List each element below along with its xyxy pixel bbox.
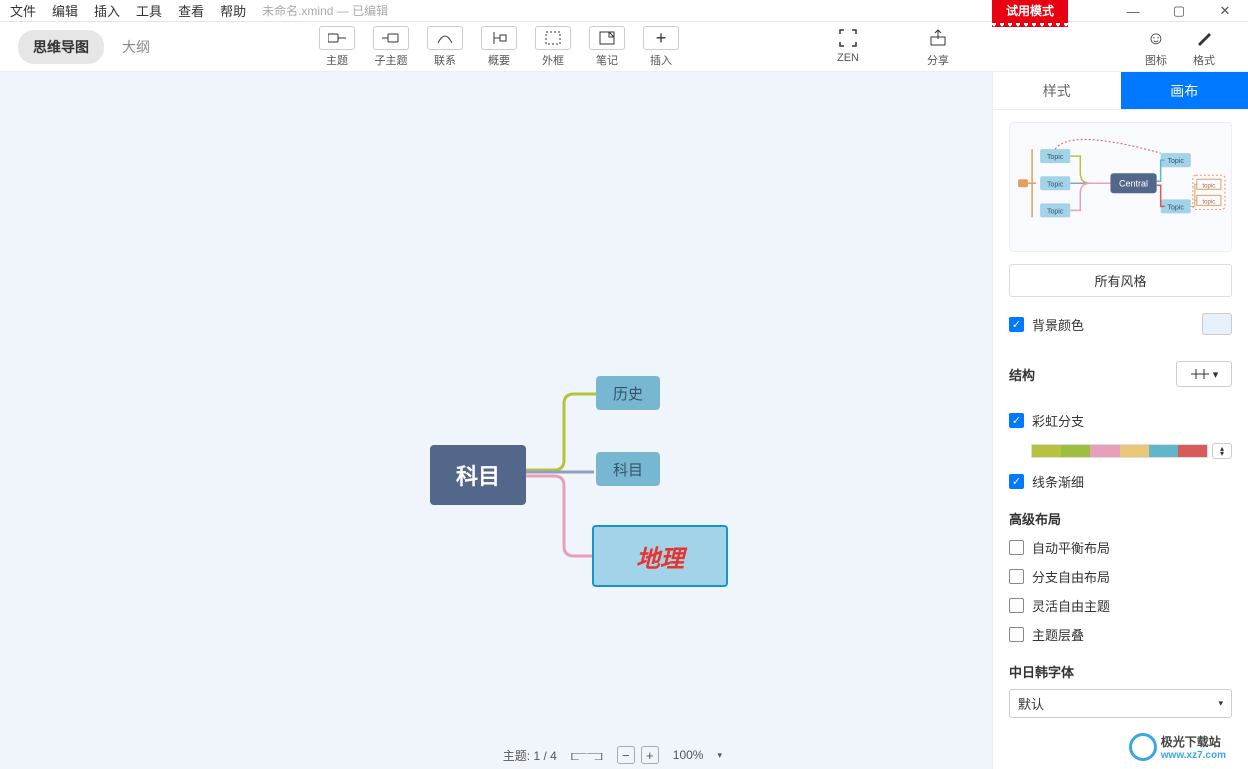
view-outline-tab[interactable]: 大纲 xyxy=(122,37,150,57)
subtopic-subject[interactable]: 科目 xyxy=(596,452,660,486)
svg-text:Topic: Topic xyxy=(1047,181,1064,188)
menu-tools[interactable]: 工具 xyxy=(128,0,170,22)
cjk-font-heading: 中日韩字体 xyxy=(1009,662,1232,681)
svg-text:Topic: Topic xyxy=(1047,154,1064,161)
all-styles-button[interactable]: 所有风格 xyxy=(1009,264,1232,297)
rainbow-label: 彩虹分支 xyxy=(1032,411,1084,430)
toolbar: 思维导图 大纲 主题 子主题 联系 概要 外框 笔记 +插入 ZEN 分享 ☺图… xyxy=(0,22,1248,72)
close-button[interactable]: ✕ xyxy=(1202,0,1248,22)
document-title: 未命名.xmind — 已编辑 xyxy=(262,2,388,19)
font-dropdown[interactable]: 默认▾ xyxy=(1009,689,1232,718)
brush-icon xyxy=(1186,26,1222,50)
summary-button[interactable]: 概要 xyxy=(472,26,526,68)
bg-color-checkbox[interactable]: ✓ xyxy=(1009,317,1024,332)
bg-color-label: 背景颜色 xyxy=(1032,315,1084,334)
advanced-layout-heading: 高级布局 xyxy=(1009,509,1232,528)
zoom-out-button[interactable]: − xyxy=(617,746,635,764)
minimize-button[interactable]: — xyxy=(1110,0,1156,22)
auto-balance-label: 自动平衡布局 xyxy=(1032,538,1110,557)
relationship-icon xyxy=(436,31,454,45)
watermark: 极光下载站 www.xz7.com xyxy=(1129,733,1226,761)
format-button[interactable]: 格式 xyxy=(1180,26,1228,68)
zoom-controls: − + xyxy=(617,746,659,764)
menu-file[interactable]: 文件 xyxy=(2,0,44,22)
tapered-label: 线条渐细 xyxy=(1032,472,1084,491)
side-panel: 样式 画布 Central Topic Topic Topic Topic To… xyxy=(992,72,1248,769)
menu-view[interactable]: 查看 xyxy=(170,0,212,22)
zoom-in-button[interactable]: + xyxy=(641,746,659,764)
tab-canvas[interactable]: 画布 xyxy=(1121,72,1248,110)
overlap-checkbox[interactable] xyxy=(1009,627,1024,642)
mindmap-canvas[interactable]: 科目 历史 科目 地理 主题: 1 / 4 ⫍⫎ − + 100% ▾ xyxy=(0,72,992,769)
connectors xyxy=(0,72,992,769)
svg-text:Central: Central xyxy=(1119,178,1148,188)
notes-icon xyxy=(599,31,615,45)
svg-text:Topic: Topic xyxy=(1168,158,1185,165)
share-icon xyxy=(929,29,947,47)
topic-icon xyxy=(328,31,346,45)
svg-text:topic: topic xyxy=(1203,199,1216,205)
menu-help[interactable]: 帮助 xyxy=(212,0,254,22)
subtopic-icon xyxy=(382,31,400,45)
smiley-icon: ☺ xyxy=(1138,26,1174,50)
boundary-button[interactable]: 外框 xyxy=(526,26,580,68)
rainbow-stepper[interactable]: ▴▾ xyxy=(1212,443,1232,459)
trial-mode-badge[interactable]: 试用模式 xyxy=(992,0,1068,23)
watermark-logo xyxy=(1129,733,1157,761)
central-topic[interactable]: 科目 xyxy=(430,445,526,505)
subtopic-geography-selected[interactable]: 地理 xyxy=(592,525,728,587)
toolbar-zen-share-group: ZEN 分享 xyxy=(818,26,968,68)
free-branch-label: 分支自由布局 xyxy=(1032,567,1110,586)
svg-text:Topic: Topic xyxy=(1047,208,1064,215)
auto-balance-checkbox[interactable] xyxy=(1009,540,1024,555)
structure-dropdown[interactable]: ▾ xyxy=(1176,361,1232,387)
zen-icon xyxy=(839,29,857,47)
notes-button[interactable]: 笔记 xyxy=(580,26,634,68)
svg-text:topic: topic xyxy=(1203,183,1216,189)
view-mindmap-tab[interactable]: 思维导图 xyxy=(18,30,104,64)
subtopic-history[interactable]: 历史 xyxy=(596,376,660,410)
share-button[interactable]: 分享 xyxy=(908,26,968,68)
menu-edit[interactable]: 编辑 xyxy=(44,0,86,22)
menu-bar: 文件 编辑 插入 工具 查看 帮助 未命名.xmind — 已编辑 试用模式 —… xyxy=(0,0,1248,22)
topic-button[interactable]: 主题 xyxy=(310,26,364,68)
subtopic-button[interactable]: 子主题 xyxy=(364,26,418,68)
toolbar-editing-group: 主题 子主题 联系 概要 外框 笔记 +插入 xyxy=(310,26,688,68)
free-branch-checkbox[interactable] xyxy=(1009,569,1024,584)
free-topic-checkbox[interactable] xyxy=(1009,598,1024,613)
status-bar: 主题: 1 / 4 ⫍⫎ − + 100% ▾ xyxy=(0,741,736,769)
map-overview-icon[interactable]: ⫍⫎ xyxy=(571,747,603,764)
tab-style[interactable]: 样式 xyxy=(993,72,1121,110)
icons-button[interactable]: ☺图标 xyxy=(1132,26,1180,68)
zoom-level[interactable]: 100% xyxy=(673,748,704,762)
maximize-button[interactable]: ▢ xyxy=(1156,0,1202,22)
rainbow-checkbox[interactable]: ✓ xyxy=(1009,413,1024,428)
overlap-label: 主题层叠 xyxy=(1032,625,1084,644)
rainbow-preview[interactable] xyxy=(1031,444,1208,458)
zoom-dropdown-icon[interactable]: ▾ xyxy=(717,750,722,761)
structure-label: 结构 xyxy=(1009,365,1035,384)
free-topic-label: 灵活自由主题 xyxy=(1032,596,1110,615)
summary-icon xyxy=(490,31,508,45)
window-controls: — ▢ ✕ xyxy=(1110,0,1248,22)
bg-color-swatch[interactable] xyxy=(1202,313,1232,335)
insert-button[interactable]: +插入 xyxy=(634,26,688,68)
topic-count-label: 主题: 1 / 4 xyxy=(503,747,557,764)
tapered-checkbox[interactable]: ✓ xyxy=(1009,474,1024,489)
theme-preview[interactable]: Central Topic Topic Topic Topic Topic to… xyxy=(1009,122,1232,252)
toolbar-format-group: ☺图标 格式 xyxy=(1132,26,1228,68)
menu-insert[interactable]: 插入 xyxy=(86,0,128,22)
svg-text:Topic: Topic xyxy=(1168,204,1185,211)
relationship-button[interactable]: 联系 xyxy=(418,26,472,68)
zen-button[interactable]: ZEN xyxy=(818,26,878,68)
boundary-icon xyxy=(545,31,561,45)
